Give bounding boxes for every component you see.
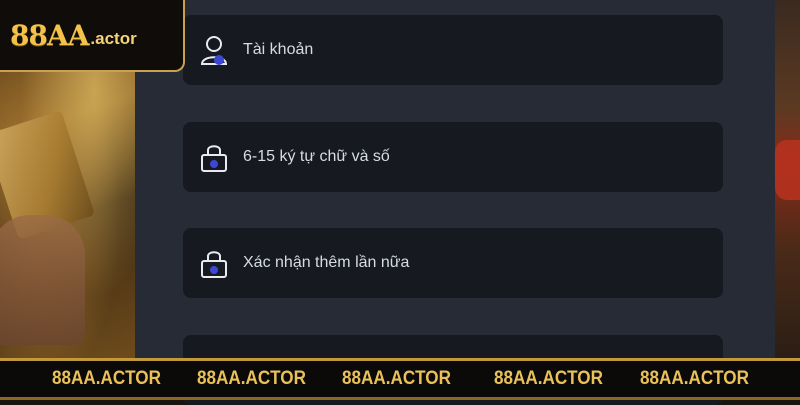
- footer-label: 88AA.ACTOR: [197, 368, 306, 389]
- confirm-password-field[interactable]: Xác nhận thêm lần nữa: [183, 228, 723, 298]
- logo-suffix-text: .actor: [90, 29, 137, 48]
- registration-form-panel: Tài khoản 6-15 ký tự chữ và số Xác nhận …: [135, 0, 775, 405]
- lock-icon: [199, 246, 229, 280]
- confirm-password-placeholder: Xác nhận thêm lần nữa: [243, 254, 410, 271]
- footer-banner-inner: 88AA.ACTOR 88AA.ACTOR 88AA.ACTOR 88AA.AC…: [0, 361, 800, 397]
- footer-label: 88AA.ACTOR: [640, 368, 749, 389]
- decorative-red-shape: [775, 140, 800, 200]
- footer-label: 88AA.ACTOR: [342, 368, 451, 389]
- user-icon: [199, 33, 229, 67]
- password-field[interactable]: 6-15 ký tự chữ và số: [183, 122, 723, 192]
- username-field[interactable]: Tài khoản: [183, 15, 723, 85]
- logo-main-text: 88AA: [10, 18, 89, 52]
- username-placeholder: Tài khoản: [243, 41, 314, 58]
- site-logo[interactable]: 88AA .actor: [0, 0, 185, 72]
- password-placeholder: 6-15 ký tự chữ và số: [243, 148, 390, 165]
- lock-icon: [199, 140, 229, 174]
- footer-label: 88AA.ACTOR: [494, 368, 603, 389]
- footer-label: 88AA.ACTOR: [52, 368, 161, 389]
- background-art-right: [775, 0, 800, 358]
- footer-banner: 88AA.ACTOR 88AA.ACTOR 88AA.ACTOR 88AA.AC…: [0, 358, 800, 400]
- dealer-arm-image: [0, 215, 85, 345]
